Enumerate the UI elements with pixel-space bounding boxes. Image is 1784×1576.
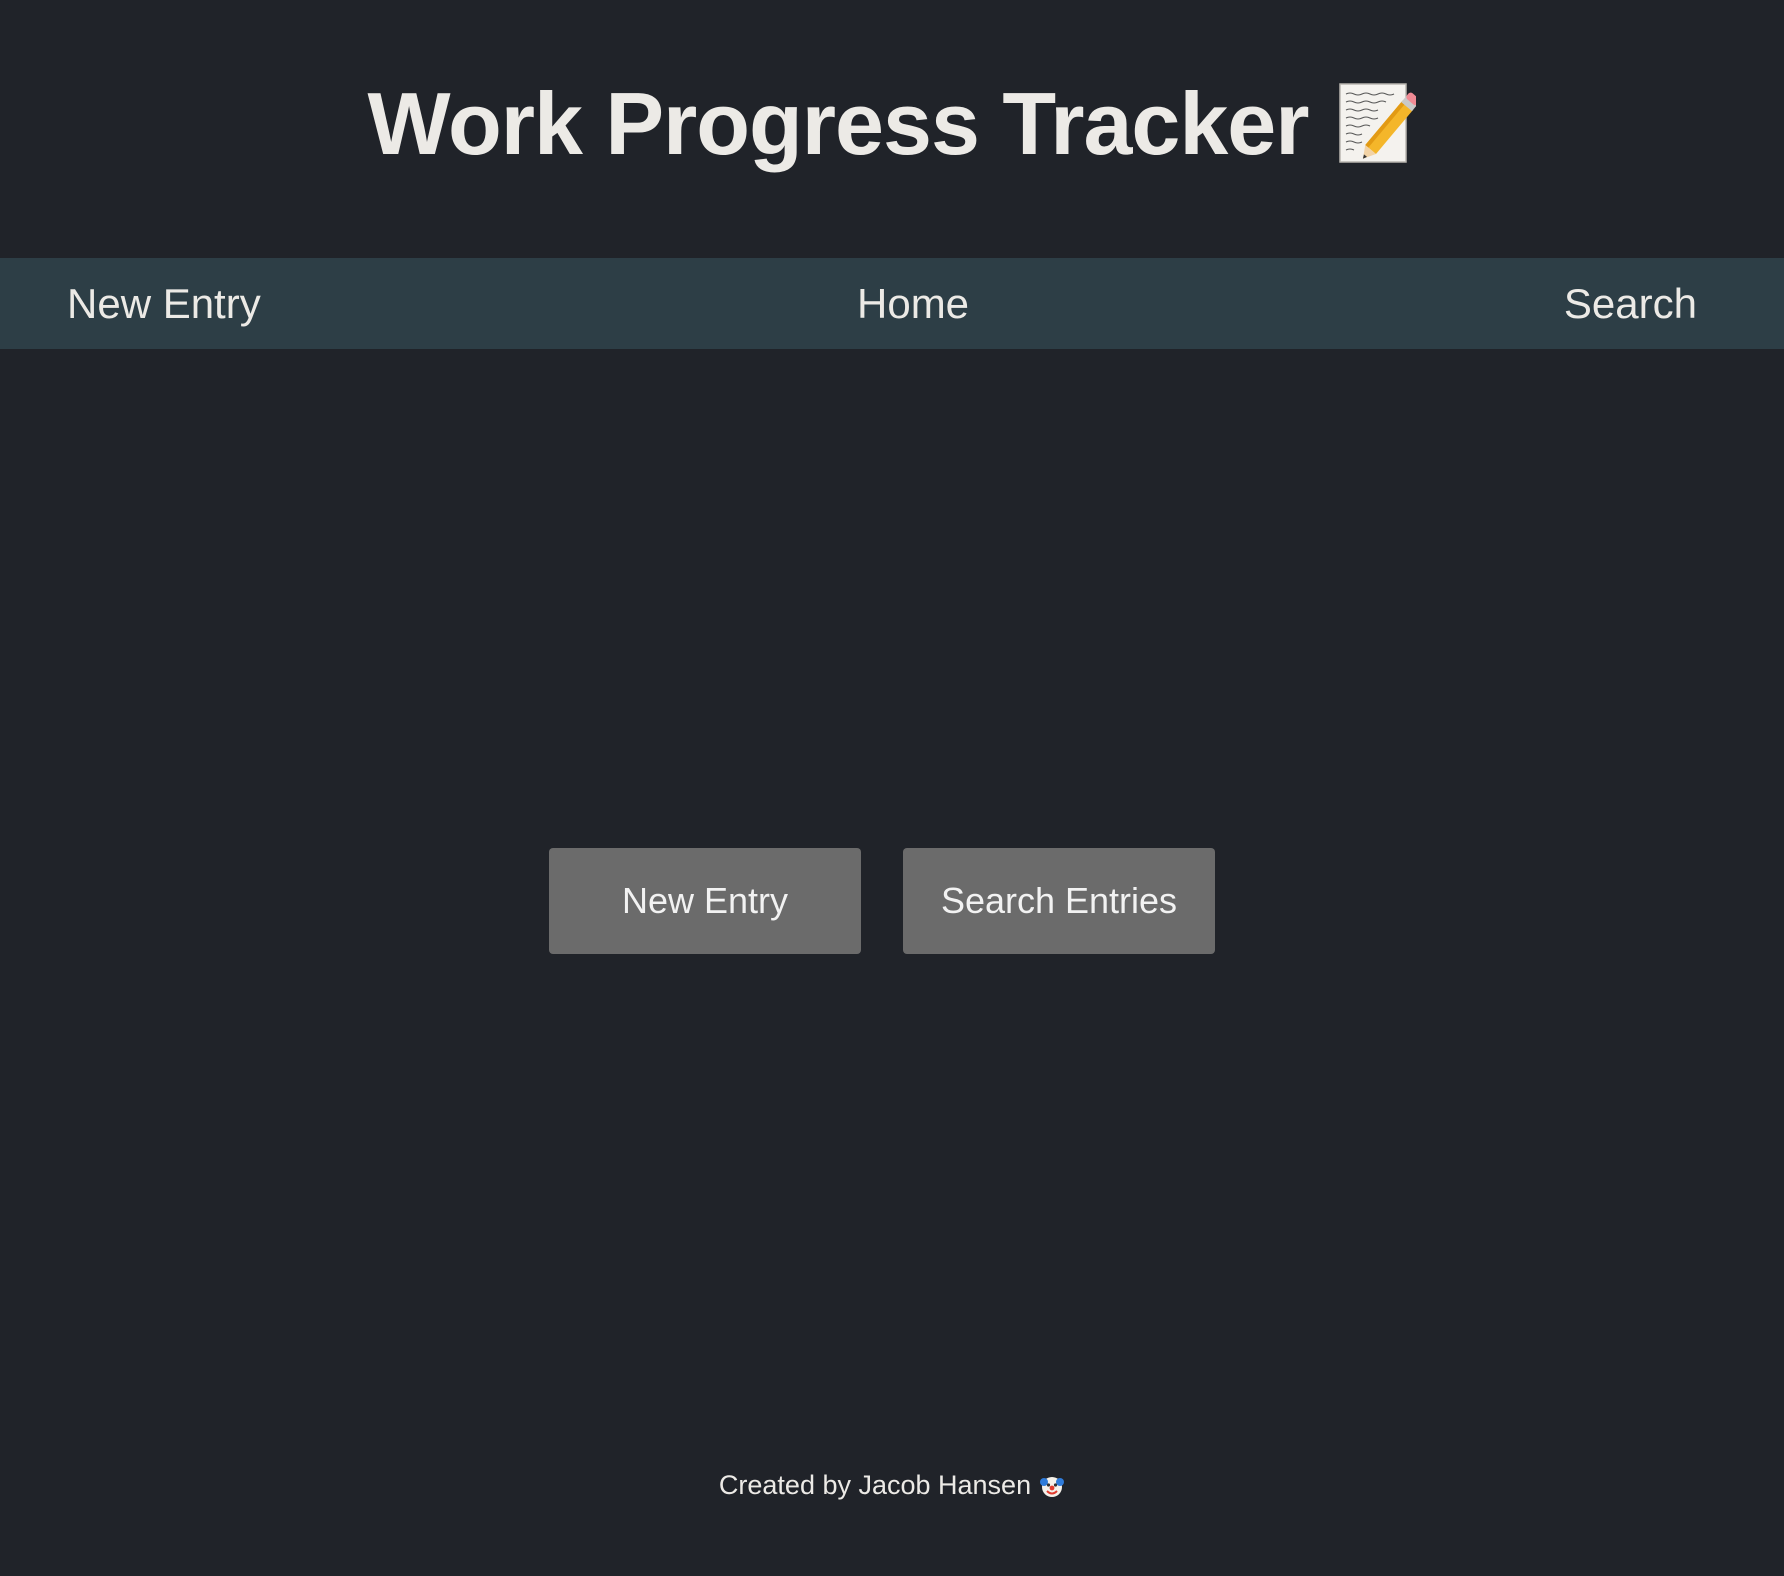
nav-home-link[interactable]: Home [857,258,969,349]
memo-icon [1336,82,1417,166]
page-title: Work Progress Tracker [367,74,1310,173]
nav-search-link[interactable]: Search [1564,258,1697,349]
navbar: New Entry Home Search [0,258,1784,349]
search-entries-button[interactable]: Search Entries [903,848,1215,954]
footer: Created by Jacob Hansen [0,1470,1784,1501]
new-entry-button[interactable]: New Entry [549,848,861,954]
title-group: Work Progress Tracker [368,73,1417,175]
nav-new-entry-link[interactable]: New Entry [67,258,261,349]
page-header: Work Progress Tracker [0,0,1784,258]
main-actions: New Entry Search Entries [549,848,1215,954]
clown-face-icon [1039,1473,1065,1499]
footer-credit: Created by Jacob Hansen [718,1470,1032,1500]
